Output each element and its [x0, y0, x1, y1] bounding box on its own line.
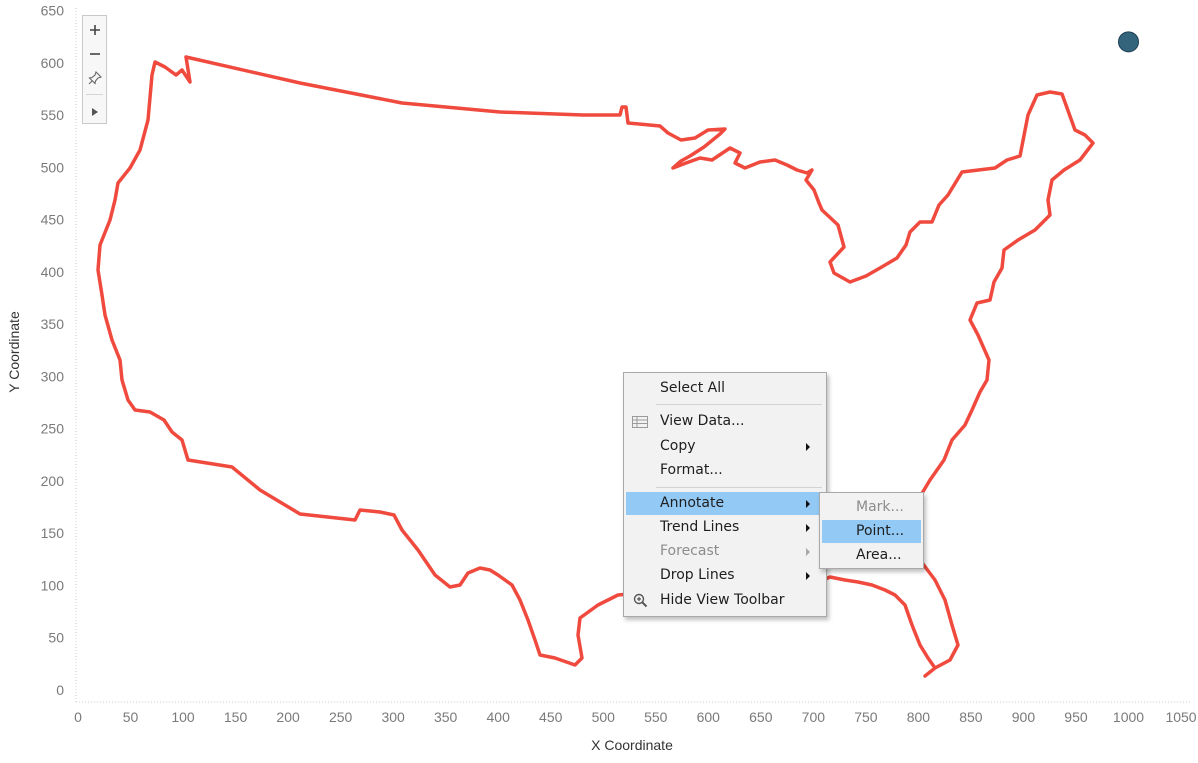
menu-item-label: Trend Lines	[660, 519, 740, 535]
x-tick-label: 650	[749, 709, 773, 725]
us-outline	[96, 55, 1095, 678]
menu-item-view-data[interactable]: View Data...	[626, 410, 824, 433]
pin-icon	[87, 71, 102, 85]
x-tick-label: 800	[907, 709, 931, 725]
y-tick-label: 600	[41, 55, 65, 71]
map-plot[interactable]: 0 50 100 150 200 250 300 350 400 450 500 550 600 650 7…	[0, 0, 1198, 763]
menu-item-drop-lines[interactable]: Drop Lines	[626, 564, 824, 587]
menu-item-forecast: Forecast	[626, 540, 824, 563]
expand-toolbar-button[interactable]	[83, 100, 106, 124]
x-tick-label: 550	[644, 709, 668, 725]
x-tick-label: 450	[539, 709, 563, 725]
pin-button[interactable]	[83, 66, 106, 90]
menu-item-label: Format...	[660, 462, 723, 478]
marks	[1118, 31, 1139, 53]
submenu-item-mark: Mark...	[822, 496, 921, 519]
y-tick-label: 350	[41, 316, 65, 332]
x-tick-label: 1050	[1165, 709, 1196, 725]
submenu-arrow-icon	[806, 524, 810, 532]
zoom-in-button[interactable]	[83, 18, 106, 42]
y-tick-label: 0	[56, 682, 64, 698]
submenu-item-area[interactable]: Area...	[822, 544, 921, 567]
x-tick-label: 400	[487, 709, 511, 725]
zoom-magnifier-icon	[631, 592, 649, 609]
y-tick-label: 500	[41, 159, 65, 175]
y-tick-label: 650	[41, 2, 65, 18]
x-tick-label: 1000	[1113, 709, 1144, 725]
submenu-item-point[interactable]: Point...	[822, 520, 921, 543]
menu-item-copy[interactable]: Copy	[626, 435, 824, 458]
x-tick-label: 0	[74, 709, 82, 725]
x-tick-label: 850	[959, 709, 983, 725]
x-tick-label: 300	[381, 709, 405, 725]
menu-item-trend-lines[interactable]: Trend Lines	[626, 516, 824, 539]
menu-item-label: Copy	[660, 438, 696, 454]
zoom-out-button[interactable]	[83, 42, 106, 66]
x-tick-label: 950	[1064, 709, 1088, 725]
submenu-arrow-icon	[806, 548, 810, 556]
submenu-arrow-icon	[806, 500, 810, 508]
x-tick-label: 200	[276, 709, 300, 725]
menu-item-label: Forecast	[660, 543, 720, 559]
menu-item-label: Area...	[856, 547, 902, 563]
menu-item-hide-view-toolbar[interactable]: Hide View Toolbar	[626, 589, 824, 612]
x-tick-label: 600	[697, 709, 721, 725]
x-tick-label: 100	[171, 709, 195, 725]
y-tick-label: 400	[41, 264, 65, 280]
y-tick-label: 200	[41, 473, 65, 489]
y-tick-label: 50	[48, 630, 64, 646]
x-tick-label: 350	[434, 709, 458, 725]
y-tick-label: 550	[41, 107, 65, 123]
y-tick-label: 100	[41, 577, 65, 593]
menu-item-label: Annotate	[660, 495, 725, 511]
menu-item-select-all[interactable]: Select All	[626, 377, 824, 400]
menu-item-label: Hide View Toolbar	[660, 592, 785, 608]
submenu-arrow-icon	[806, 572, 810, 580]
minus-icon	[89, 53, 100, 55]
y-tick-label: 450	[41, 212, 65, 228]
tableau-view[interactable]: 0 50 100 150 200 250 300 350 400 450 500 550 600 650 7…	[0, 0, 1198, 763]
menu-item-label: Drop Lines	[660, 567, 735, 583]
x-tick-label: 750	[854, 709, 878, 725]
annotate-submenu: Mark... Point... Area...	[819, 492, 924, 569]
x-tick-label: 150	[224, 709, 248, 725]
menu-item-annotate[interactable]: Annotate	[626, 492, 824, 515]
menu-item-label: Point...	[856, 523, 905, 539]
play-icon	[91, 108, 98, 116]
context-menu: Select All View Data... Copy Format... A…	[623, 372, 827, 617]
y-tick-label: 250	[41, 421, 65, 437]
menu-item-label: Select All	[660, 380, 725, 396]
view-data-icon	[631, 413, 649, 430]
x-tick-label: 500	[592, 709, 616, 725]
view-toolbar	[82, 15, 107, 124]
x-tick-label: 50	[123, 709, 139, 725]
submenu-arrow-icon	[806, 443, 810, 451]
y-axis-title: Y Coordinate	[6, 311, 22, 393]
data-point-mark[interactable]	[1118, 31, 1139, 53]
y-tick-label: 300	[41, 368, 65, 384]
plus-icon	[89, 25, 100, 35]
x-tick-label: 700	[802, 709, 826, 725]
menu-item-format[interactable]: Format...	[626, 459, 824, 482]
menu-item-label: View Data...	[660, 413, 745, 429]
y-tick-label: 150	[41, 525, 65, 541]
x-tick-label: 900	[1012, 709, 1036, 725]
x-axis-title: X Coordinate	[591, 737, 673, 753]
x-tick-label: 250	[329, 709, 353, 725]
menu-item-label: Mark...	[856, 499, 904, 515]
